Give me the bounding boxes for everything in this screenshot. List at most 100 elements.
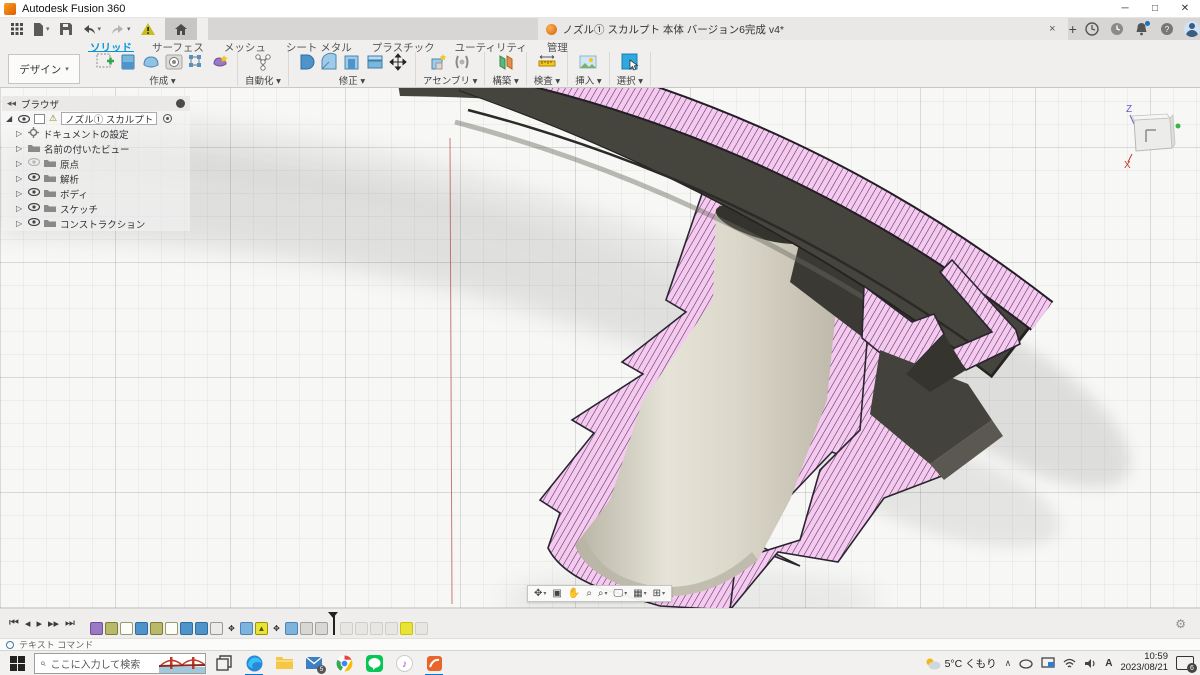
start-button[interactable] [0,651,34,675]
document-close-icon[interactable]: × [1045,23,1059,35]
mesh-icon[interactable] [187,52,207,72]
taskbar-clock[interactable]: 10:59 2023/08/21 [1120,652,1168,674]
job-status-icon[interactable] [1109,22,1124,37]
tool-group-label[interactable]: 構築 ▾ [492,73,518,87]
visibility-eye-icon[interactable] [18,115,30,123]
save-icon[interactable] [60,23,72,35]
help-icon[interactable]: ? [1159,22,1174,37]
onedrive-icon[interactable] [1019,657,1033,669]
undo-icon[interactable]: ▾ [82,24,102,35]
timeline-feature-suppressed-1[interactable] [355,622,368,635]
browser-options-icon[interactable] [176,99,185,108]
display-icon[interactable] [1041,657,1055,669]
file-menu-icon[interactable]: ▾ [33,23,50,36]
timeline-feature-0[interactable] [90,622,103,635]
timeline-feature-3[interactable] [135,622,148,635]
ime-indicator[interactable]: A [1105,658,1112,669]
task-view-icon[interactable] [212,651,236,675]
press-pull-icon[interactable] [296,52,316,72]
timeline-feature-suppressed-2[interactable] [370,622,383,635]
new-document-button[interactable]: + [1068,18,1078,40]
primitive-star-icon[interactable] [210,52,230,72]
expand-icon[interactable]: ▷ [16,129,24,138]
account-avatar[interactable] [1184,21,1200,37]
visibility-eye-icon[interactable] [28,188,40,199]
browser-item-4[interactable]: ▷ボディ [2,186,190,201]
extrude-icon[interactable] [118,52,138,72]
timeline-feature-suppressed-0[interactable] [340,622,353,635]
timeline-feature-9[interactable]: ✥ [225,622,238,635]
fusion360-icon[interactable] [422,651,446,675]
timeline-feature-10[interactable] [240,622,253,635]
play-button[interactable]: ▸ [33,617,45,630]
zoom-icon[interactable]: ⌕ [584,588,594,599]
timeline-feature-1[interactable] [105,622,118,635]
browser-root-row[interactable]: ◢ ⚠ ノズル① スカルプト 本体 バージ... [2,111,190,126]
design-workspace-menu[interactable]: デザイン▾ [8,54,80,84]
browser-item-1[interactable]: ▷名前の付いたビュー [2,141,190,156]
orbit-icon[interactable]: ✥▾ [532,588,548,599]
fillet-icon[interactable] [319,52,339,72]
expand-icon[interactable]: ▷ [16,189,24,198]
app-grid-icon[interactable] [11,23,23,35]
line-icon[interactable] [362,651,386,675]
browser-item-0[interactable]: ▷ドキュメントの設定 [2,126,190,141]
notification-center-icon[interactable]: 6 [1176,656,1194,670]
create-sketch-icon[interactable] [95,52,115,72]
step-back-button[interactable]: ◂ [22,617,34,630]
select-icon[interactable] [620,52,640,72]
root-document-label[interactable]: ノズル① スカルプト 本体 バージ... [61,112,157,125]
edge-icon[interactable] [242,651,266,675]
timeline-feature-suppressed-3[interactable] [385,622,398,635]
form-icon[interactable] [141,52,161,72]
timeline-feature-suppressed-5[interactable] [415,622,428,635]
volume-icon[interactable] [1084,658,1097,669]
viewports-icon[interactable]: ⊞▾ [651,588,667,599]
step-forward-button[interactable]: ▸▸ [45,617,62,630]
timeline-feature-11[interactable]: ▲ [255,622,268,635]
hidden-icons-chevron[interactable]: ∧ [1005,658,1012,669]
tool-group-label[interactable]: アセンブリ ▾ [423,73,477,87]
timeline-feature-8[interactable] [210,622,223,635]
expand-icon[interactable]: ▷ [16,219,24,228]
visibility-eye-icon[interactable] [28,203,40,214]
browser-item-3[interactable]: ▷解析 [2,171,190,186]
timeline-settings-gear-icon[interactable]: ⚙ [1175,617,1186,631]
construct-plane-icon[interactable] [496,52,516,72]
warning-icon[interactable] [141,23,155,35]
measure-icon[interactable] [537,52,557,72]
new-component-icon[interactable] [429,52,449,72]
browser-item-2[interactable]: ▷原点 [2,156,190,171]
visibility-eye-icon[interactable] [28,158,40,169]
automate-icon[interactable] [253,52,273,72]
home-icon[interactable] [165,18,197,40]
tool-group-label[interactable]: 選択 ▾ [617,73,643,87]
timeline-feature-7[interactable] [195,622,208,635]
move-icon[interactable] [388,52,408,72]
music-icon[interactable]: ♪ [392,651,416,675]
tool-group-label[interactable]: 作成 ▾ [149,73,175,87]
tool-group-label[interactable]: 修正 ▾ [339,73,365,87]
wifi-icon[interactable] [1063,658,1076,669]
go-to-start-button[interactable]: ⏮ [6,617,22,630]
tool-group-label[interactable]: 検査 ▾ [534,73,560,87]
pan-icon[interactable]: ✋ [566,588,582,599]
viewport[interactable]: ◂◂ ブラウザ ◢ ⚠ ノズル① スカルプト 本体 バージ... ▷ドキュメント… [0,88,1200,608]
visibility-eye-icon[interactable] [28,218,40,229]
timeline-feature-5[interactable] [165,622,178,635]
text-command-bar[interactable]: テキスト コマンド [0,638,1200,650]
timeline-feature-15[interactable] [315,622,328,635]
taskbar-search-input[interactable]: ⌕ ここに入力して検索 [34,653,206,674]
browser-item-5[interactable]: ▷スケッチ [2,201,190,216]
timeline-feature-13[interactable] [285,622,298,635]
grid-settings-icon[interactable]: ▦▾ [631,588,648,599]
timeline-feature-4[interactable] [150,622,163,635]
insert-image-icon[interactable] [578,52,598,72]
display-settings-icon[interactable]: 🖵▾ [612,588,630,599]
timeline-feature-2[interactable] [120,622,133,635]
collapse-browser-icon[interactable]: ◂◂ [7,98,16,109]
mail-icon[interactable]: 5 [302,651,326,675]
activate-radio-icon[interactable] [163,114,172,123]
timeline-feature-suppressed-4[interactable] [400,622,413,635]
go-to-end-button[interactable]: ⏭ [62,617,78,630]
